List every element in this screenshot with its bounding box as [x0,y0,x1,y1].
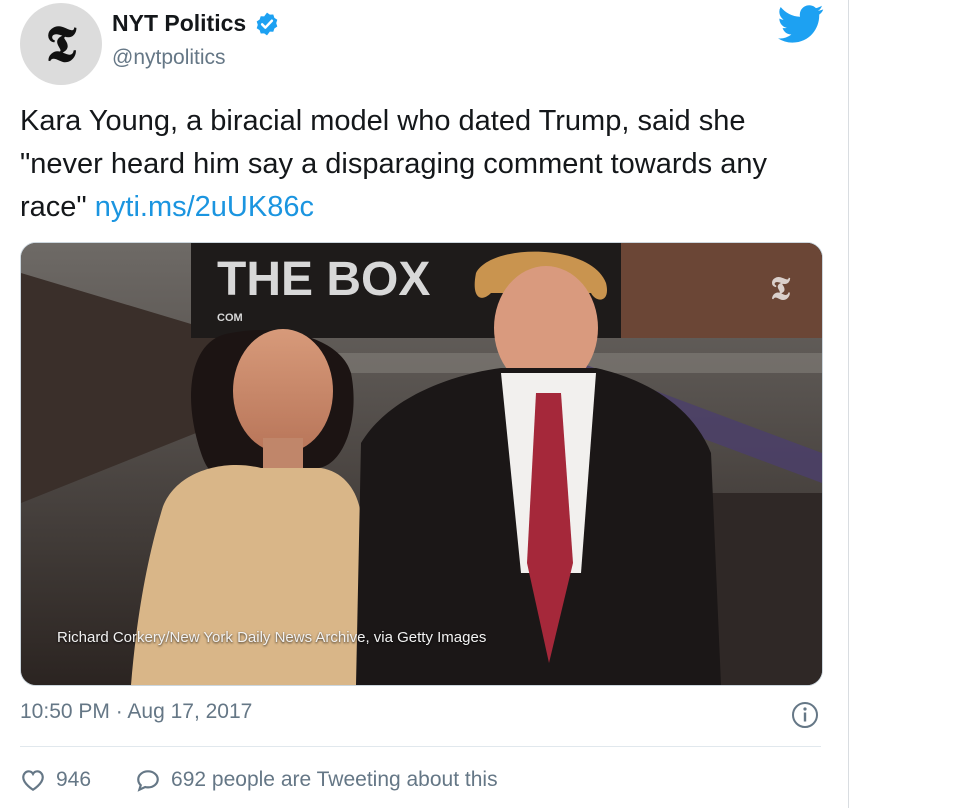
verified-badge-icon [256,12,278,35]
like-button[interactable]: 946 [20,768,91,792]
photo-credit: Richard Corkery/New York Daily News Arch… [57,629,487,646]
tweet-text: Kara Young, a biracial model who dated T… [20,100,835,229]
nyt-watermark-icon: 𝕿 [770,269,790,307]
nyt-logo-icon: 𝕿 [45,14,77,73]
heart-icon [22,770,44,792]
conversation-text: 692 people are Tweeting about this [171,768,498,791]
avatar[interactable]: 𝕿 [20,3,102,85]
photo-illustration: THE BOX COM [21,243,822,685]
info-icon[interactable] [790,700,820,730]
poster-title: THE BOX [217,253,430,306]
divider [20,746,821,747]
tweet-link[interactable]: nyti.ms/2uUK86c [95,191,314,223]
tweet-photo[interactable]: THE BOX COM 𝕿 Richard Corkery/New York D… [20,242,823,686]
twitter-bird-icon[interactable] [778,4,824,44]
conversation-link[interactable]: 692 people are Tweeting about this [135,768,498,792]
account-handle[interactable]: @nytpolitics [112,46,226,70]
speech-bubble-icon [137,770,159,792]
account-name-row[interactable]: NYT Politics [112,10,280,37]
like-count: 946 [56,768,92,791]
tweet-actions: 946 692 people are Tweeting about this [20,768,498,792]
poster-subtitle: COM [217,312,243,324]
account-name[interactable]: NYT Politics [112,10,246,37]
tweet-card: 𝕿 NYT Politics @nytpolitics Kara Young, … [0,0,849,808]
tweet-timestamp[interactable]: 10:50 PM · Aug 17, 2017 [20,700,252,724]
